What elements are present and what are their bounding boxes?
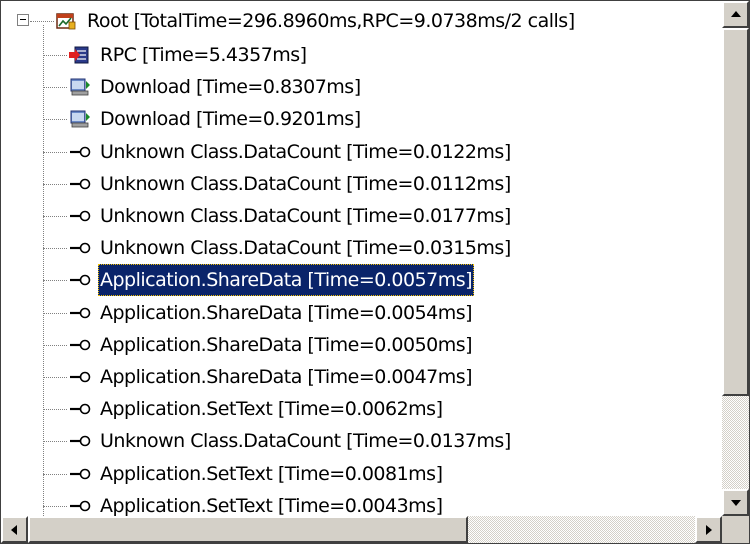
- root-node-icon: [56, 13, 76, 30]
- tree-item-label[interactable]: Unknown Class.DataCount [Time=0.0315ms]: [98, 232, 513, 264]
- vertical-scrollbar[interactable]: [722, 1, 749, 516]
- scroll-right-button[interactable]: [695, 516, 722, 543]
- scroll-left-button[interactable]: [1, 516, 28, 543]
- rpc-icon: [69, 46, 89, 64]
- tree-item-label-selected[interactable]: Application.ShareData [Time=0.0057ms]: [98, 264, 475, 297]
- method-call-icon: [70, 146, 91, 157]
- method-call-icon: [70, 371, 91, 383]
- tree-item-label[interactable]: RPC [Time=5.4357ms]: [98, 39, 309, 71]
- method-call-icon: [70, 500, 91, 512]
- method-call-icon: [70, 178, 91, 190]
- tree-item-label[interactable]: Application.ShareData [Time=0.0047ms]: [98, 361, 474, 393]
- tree-item-label[interactable]: Unknown Class.DataCount [Time=0.0137ms]: [98, 425, 513, 457]
- vertical-scroll-thumb[interactable]: [722, 28, 749, 396]
- tree-item-label[interactable]: Application.SetText [Time=0.0081ms]: [98, 458, 445, 490]
- collapse-toggle-icon[interactable]: [17, 14, 29, 26]
- horizontal-scroll-thumb[interactable]: [28, 516, 468, 543]
- tree-root-label[interactable]: Root [TotalTime=296.8960ms,RPC=9.0738ms/…: [85, 5, 577, 37]
- tree-item-label[interactable]: Application.SetText [Time=0.0043ms]: [98, 490, 445, 516]
- arrow-right-icon: [706, 525, 712, 535]
- tree-item-label[interactable]: Unknown Class.DataCount [Time=0.0177ms]: [98, 200, 513, 232]
- method-call-icon: [70, 210, 91, 222]
- tree-item-label[interactable]: Download [Time=0.9201ms]: [98, 103, 363, 135]
- method-call-icon: [70, 275, 91, 286]
- call-tree[interactable]: Root [TotalTime=296.8960ms,RPC=9.0738ms/…: [1, 1, 721, 516]
- download-icon: [70, 78, 90, 96]
- download-icon: [70, 110, 90, 128]
- method-call-icon: [70, 339, 91, 351]
- method-call-icon: [70, 242, 91, 254]
- method-call-icon: [70, 436, 91, 447]
- call-tree-panel: Root [TotalTime=296.8960ms,RPC=9.0738ms/…: [0, 0, 750, 544]
- arrow-up-icon: [731, 11, 741, 17]
- method-call-icon: [70, 403, 91, 415]
- tree-item-label[interactable]: Application.SetText [Time=0.0062ms]: [98, 393, 445, 425]
- tree-root-row[interactable]: Root [TotalTime=296.8960ms,RPC=9.0738ms/…: [1, 5, 721, 37]
- tree-item-label[interactable]: Application.ShareData [Time=0.0050ms]: [98, 329, 474, 361]
- tree-item-label[interactable]: Download [Time=0.8307ms]: [98, 71, 363, 103]
- method-call-icon: [70, 468, 91, 479]
- tree-item-label[interactable]: Unknown Class.DataCount [Time=0.0112ms]: [98, 168, 513, 200]
- arrow-down-icon: [731, 500, 741, 506]
- method-call-icon: [70, 307, 91, 318]
- scrollbar-corner: [722, 516, 749, 543]
- scroll-up-button[interactable]: [722, 1, 749, 28]
- horizontal-scrollbar[interactable]: [1, 516, 722, 543]
- tree-item-label[interactable]: Application.ShareData [Time=0.0054ms]: [98, 297, 474, 329]
- arrow-left-icon: [11, 525, 17, 535]
- tree-item-label[interactable]: Unknown Class.DataCount [Time=0.0122ms]: [98, 136, 513, 168]
- scroll-down-button[interactable]: [722, 489, 749, 516]
